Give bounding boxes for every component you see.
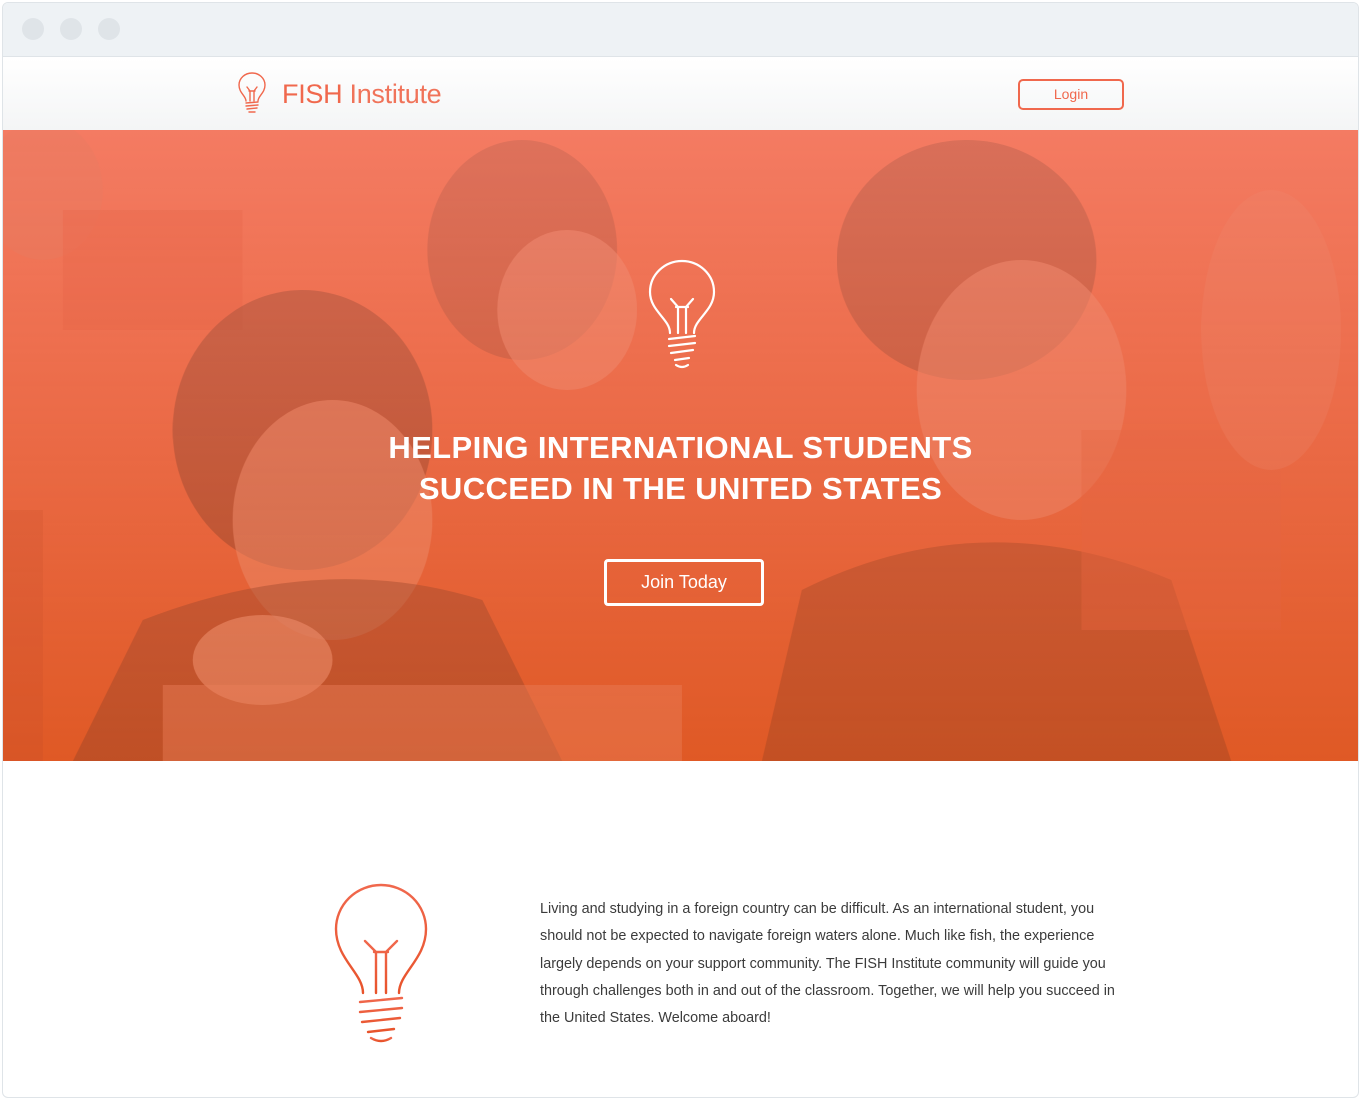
hero-title: HELPING INTERNATIONAL STUDENTS SUCCEED I… [3, 427, 1358, 509]
lightbulb-icon [334, 883, 428, 1043]
window-zoom-dot[interactable] [98, 18, 120, 40]
login-button[interactable]: Login [1018, 79, 1124, 110]
about-paragraph: Living and studying in a foreign country… [540, 901, 1115, 1027]
window-minimize-dot[interactable] [60, 18, 82, 40]
window-close-dot[interactable] [22, 18, 44, 40]
join-today-button[interactable]: Join Today [604, 559, 764, 606]
brand-logo[interactable]: FISH Institute [236, 72, 442, 116]
browser-chrome [3, 3, 1358, 57]
hero-title-line-1: HELPING INTERNATIONAL STUDENTS [388, 430, 973, 465]
lightbulb-icon [238, 72, 266, 113]
hero-title-line-2: SUCCEED IN THE UNITED STATES [418, 471, 943, 506]
lightbulb-icon [648, 259, 716, 369]
hero-section: HELPING INTERNATIONAL STUDENTS SUCCEED I… [3, 130, 1358, 761]
browser-window: FISH Institute Login HELPING INTERNATION… [2, 2, 1359, 1098]
brand-name: FISH Institute [282, 78, 442, 109]
site-header: FISH Institute Login [3, 58, 1358, 130]
